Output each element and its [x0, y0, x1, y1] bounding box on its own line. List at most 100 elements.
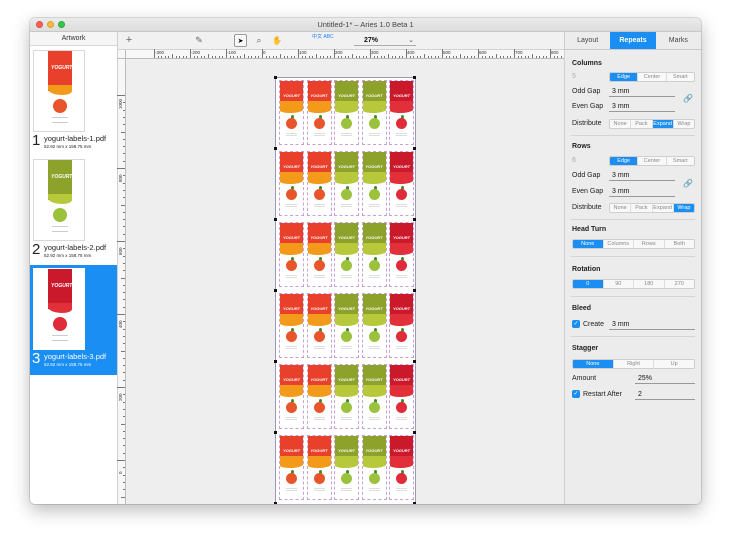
edit-artwork-icon[interactable]: ✎: [192, 34, 206, 47]
vertical-ruler: 1000 800 600 400 200 0: [117, 59, 126, 504]
label-repeat[interactable]: YOGURT: [306, 80, 332, 145]
col-align-option-smart[interactable]: Smart: [667, 73, 694, 81]
headturn-option-both[interactable]: Both: [665, 240, 695, 248]
zoom-select[interactable]: 27% ⌄: [354, 35, 416, 46]
bleed-create-checkbox[interactable]: ✓: [572, 320, 580, 328]
restart-after-input[interactable]: 2: [635, 390, 695, 400]
label-repeat[interactable]: YOGURT: [306, 222, 332, 287]
label-repeat[interactable]: YOGURT: [389, 151, 414, 216]
columns-gap-link-icon[interactable]: 🔗: [683, 94, 693, 103]
artwork-item[interactable]: YOGURT 3 yogurt-labels-3.pdf 52.92 mm x 158…: [30, 265, 117, 375]
select-tool-icon[interactable]: ➤: [234, 34, 247, 47]
rotation-option-90[interactable]: 90: [604, 280, 634, 288]
columns-distribute-label: Distribute: [572, 120, 602, 127]
label-repeat[interactable]: YOGURT: [389, 435, 414, 500]
zoom-tool-icon[interactable]: ⌕: [252, 34, 266, 47]
label-repeat[interactable]: YOGURT: [279, 151, 304, 216]
fruit-icon: [396, 473, 407, 484]
label-repeat[interactable]: YOGURT: [361, 435, 387, 500]
col-dist-option-none[interactable]: None: [610, 120, 632, 128]
col-dist-option-wrap[interactable]: Wrap: [674, 120, 694, 128]
label-logo: YOGURT: [282, 93, 301, 98]
label-repeat[interactable]: YOGURT: [279, 293, 304, 358]
rotation-option-180[interactable]: 180: [634, 280, 665, 288]
label-repeat[interactable]: YOGURT: [389, 80, 414, 145]
headturn-option-rows[interactable]: Rows: [634, 240, 665, 248]
label-logo: YOGURT: [337, 377, 356, 382]
label-repeat[interactable]: YOGURT: [361, 80, 387, 145]
add-icon[interactable]: +: [122, 34, 136, 47]
label-repeat[interactable]: YOGURT: [279, 80, 304, 145]
rows-odd-gap-input[interactable]: 3 mm: [609, 171, 675, 181]
label-logo: YOGURT: [282, 306, 301, 311]
label-repeat[interactable]: YOGURT: [389, 364, 414, 429]
rows-odd-gap-label: Odd Gap: [572, 172, 601, 179]
tab-layout[interactable]: Layout: [565, 32, 610, 49]
col-dist-option-expand[interactable]: Expand: [652, 120, 674, 128]
artwork-item[interactable]: YOGURT 2 yogurt-labels-2.pdf 52.92 mm x 158…: [30, 156, 117, 266]
rows-gap-link-icon[interactable]: 🔗: [683, 179, 693, 188]
artwork-item[interactable]: YOGURT 1 yogurt-labels-1.pdf 52.92 mm x 158…: [30, 47, 117, 157]
tab-repeats[interactable]: Repeats: [610, 32, 656, 49]
col-align-option-center[interactable]: Center: [638, 73, 667, 81]
artwork-sidebar: Artwork YOGURT 1 yogurt-labels-1.pdf 52.92 …: [30, 32, 118, 504]
canvas[interactable]: YOGURT YOGURT YOGURT YOGURT YOGURT YOGURT YOGU…: [126, 59, 564, 504]
row-align-option-smart[interactable]: Smart: [667, 157, 694, 165]
label-logo: YOGURT: [282, 448, 301, 453]
label-repeat[interactable]: YOGURT: [279, 222, 304, 287]
label-repeat[interactable]: YOGURT: [361, 151, 387, 216]
stagger-option-none[interactable]: None: [573, 360, 614, 368]
label-repeat[interactable]: YOGURT: [361, 222, 387, 287]
label-repeat[interactable]: YOGURT: [389, 222, 414, 287]
rotation-option-270[interactable]: 270: [665, 280, 695, 288]
label-repeat[interactable]: YOGURT: [389, 293, 414, 358]
row-dist-option-pack[interactable]: Pack: [631, 204, 653, 212]
chevron-down-icon: ⌄: [408, 37, 414, 44]
label-repeat[interactable]: YOGURT: [334, 435, 359, 500]
label-logo: YOGURT: [365, 164, 383, 169]
label-repeat[interactable]: YOGURT: [306, 435, 332, 500]
col-align-option-edge[interactable]: Edge: [610, 73, 639, 81]
headturn-option-none[interactable]: None: [573, 240, 604, 248]
col-dist-option-pack[interactable]: Pack: [631, 120, 653, 128]
row-align-option-center[interactable]: Center: [638, 157, 667, 165]
rows-align-segmented: Edge Center Smart: [609, 156, 695, 166]
label-repeat[interactable]: YOGURT: [279, 364, 304, 429]
label-repeat[interactable]: YOGURT: [334, 151, 359, 216]
ruler-label: 0: [263, 50, 266, 55]
bleed-amount-input[interactable]: 3 mm: [609, 320, 695, 330]
stagger-option-up[interactable]: Up: [654, 360, 694, 368]
label-repeat[interactable]: YOGURT: [361, 364, 387, 429]
crop-mark: [274, 218, 277, 221]
hand-tool-icon[interactable]: ✋: [270, 34, 284, 47]
press-sheet[interactable]: YOGURT YOGURT YOGURT YOGURT YOGURT YOGURT YOGU…: [274, 76, 416, 504]
columns-even-gap-input[interactable]: 3 mm: [609, 102, 675, 112]
columns-odd-gap-input[interactable]: 3 mm: [609, 87, 675, 97]
rotation-option-0[interactable]: 0: [573, 280, 604, 288]
crop-mark: [274, 147, 277, 150]
restart-after-checkbox[interactable]: ✓: [572, 390, 580, 398]
label-repeat[interactable]: YOGURT: [306, 151, 332, 216]
stagger-amount-input[interactable]: 25%: [635, 374, 695, 384]
label-repeat[interactable]: YOGURT: [361, 293, 387, 358]
label-repeat[interactable]: YOGURT: [279, 435, 304, 500]
label-repeat[interactable]: YOGURT: [334, 293, 359, 358]
label-repeat[interactable]: YOGURT: [306, 364, 332, 429]
label-repeat[interactable]: YOGURT: [334, 364, 359, 429]
row-dist-option-expand[interactable]: Expand: [653, 204, 674, 212]
row-dist-option-wrap[interactable]: Wrap: [673, 204, 694, 212]
label-repeat[interactable]: YOGURT: [306, 293, 332, 358]
text-flow-icon[interactable]: 中文 ABC: [312, 34, 334, 40]
rows-even-gap-input[interactable]: 3 mm: [609, 187, 675, 197]
headturn-option-columns[interactable]: Columns: [604, 240, 634, 248]
fruit-icon: [286, 331, 297, 342]
tab-marks[interactable]: Marks: [656, 32, 701, 49]
label-repeat[interactable]: YOGURT: [334, 222, 359, 287]
label-repeat[interactable]: YOGURT: [334, 80, 359, 145]
columns-count[interactable]: 5: [572, 73, 576, 80]
row-align-option-edge[interactable]: Edge: [610, 157, 639, 165]
row-dist-option-none[interactable]: None: [610, 204, 632, 212]
fruit-icon: [368, 118, 380, 129]
stagger-option-right[interactable]: Right: [614, 360, 655, 368]
rows-count[interactable]: 6: [572, 157, 576, 164]
